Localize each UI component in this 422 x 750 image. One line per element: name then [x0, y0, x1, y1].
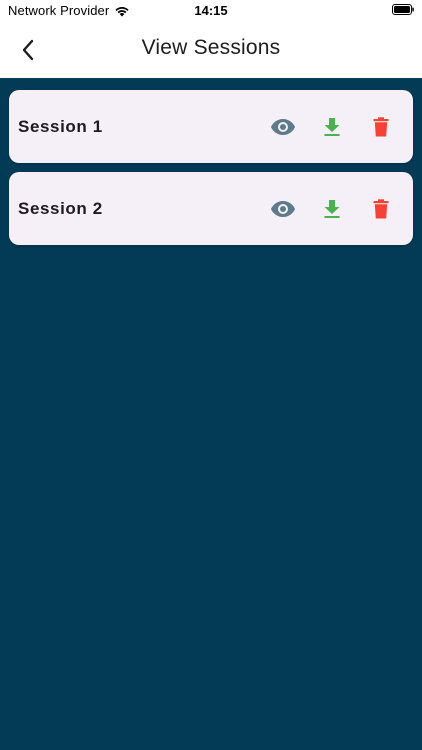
download-session-button[interactable] [316, 193, 348, 225]
session-card: Session 2 [9, 172, 413, 245]
eye-icon [271, 201, 295, 217]
download-icon [324, 200, 340, 218]
session-card: Session 1 [9, 90, 413, 163]
download-icon [324, 118, 340, 136]
app-bar: View Sessions [0, 22, 422, 78]
view-session-button[interactable] [267, 193, 299, 225]
status-bar: Network Provider 14:15 [0, 0, 422, 22]
session-name: Session 2 [18, 199, 103, 218]
trash-icon [373, 117, 389, 137]
delete-session-button[interactable] [365, 111, 397, 143]
trash-icon [373, 199, 389, 219]
session-list: Session 1 Session 2 [9, 90, 413, 254]
delete-session-button[interactable] [365, 193, 397, 225]
download-session-button[interactable] [316, 111, 348, 143]
session-name: Session 1 [18, 117, 103, 136]
status-time: 14:15 [194, 3, 228, 18]
view-session-button[interactable] [267, 111, 299, 143]
eye-icon [271, 119, 295, 135]
page-title: View Sessions [141, 36, 281, 59]
battery-icon [392, 4, 414, 15]
